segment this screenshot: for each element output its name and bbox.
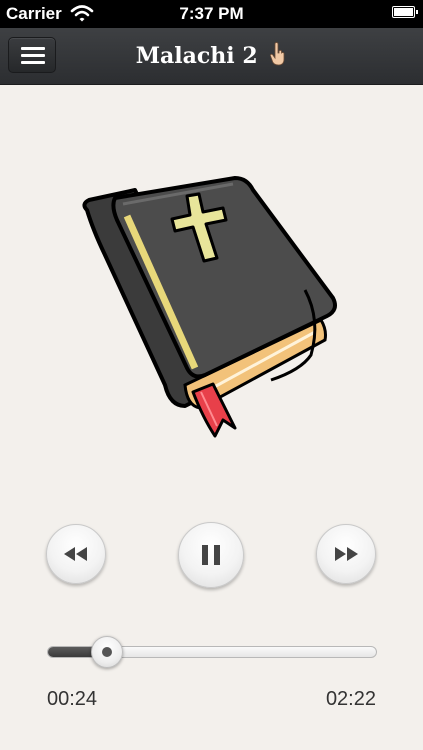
bible-book-icon [82, 176, 337, 438]
progress-thumb[interactable] [91, 636, 124, 668]
status-bar: Carrier 7:37 PM [0, 0, 423, 28]
fast-forward-icon [335, 547, 358, 561]
progress-slider[interactable] [47, 636, 377, 668]
pause-icon [202, 545, 220, 565]
status-time: 7:37 PM [179, 4, 244, 23]
elapsed-time: 00:24 [47, 688, 98, 710]
pause-button[interactable] [178, 522, 244, 588]
forward-button[interactable] [316, 524, 376, 584]
rewind-button[interactable] [46, 524, 106, 584]
battery-icon [392, 6, 418, 18]
pointing-hand-icon [270, 42, 285, 66]
thumb-dot [102, 647, 113, 657]
nav-bar: Malachi 2 [0, 28, 423, 85]
rewind-icon [64, 547, 87, 561]
page-title: Malachi 2 [0, 42, 423, 69]
title-text: Malachi 2 [135, 43, 258, 69]
total-time: 02:22 [325, 688, 376, 710]
